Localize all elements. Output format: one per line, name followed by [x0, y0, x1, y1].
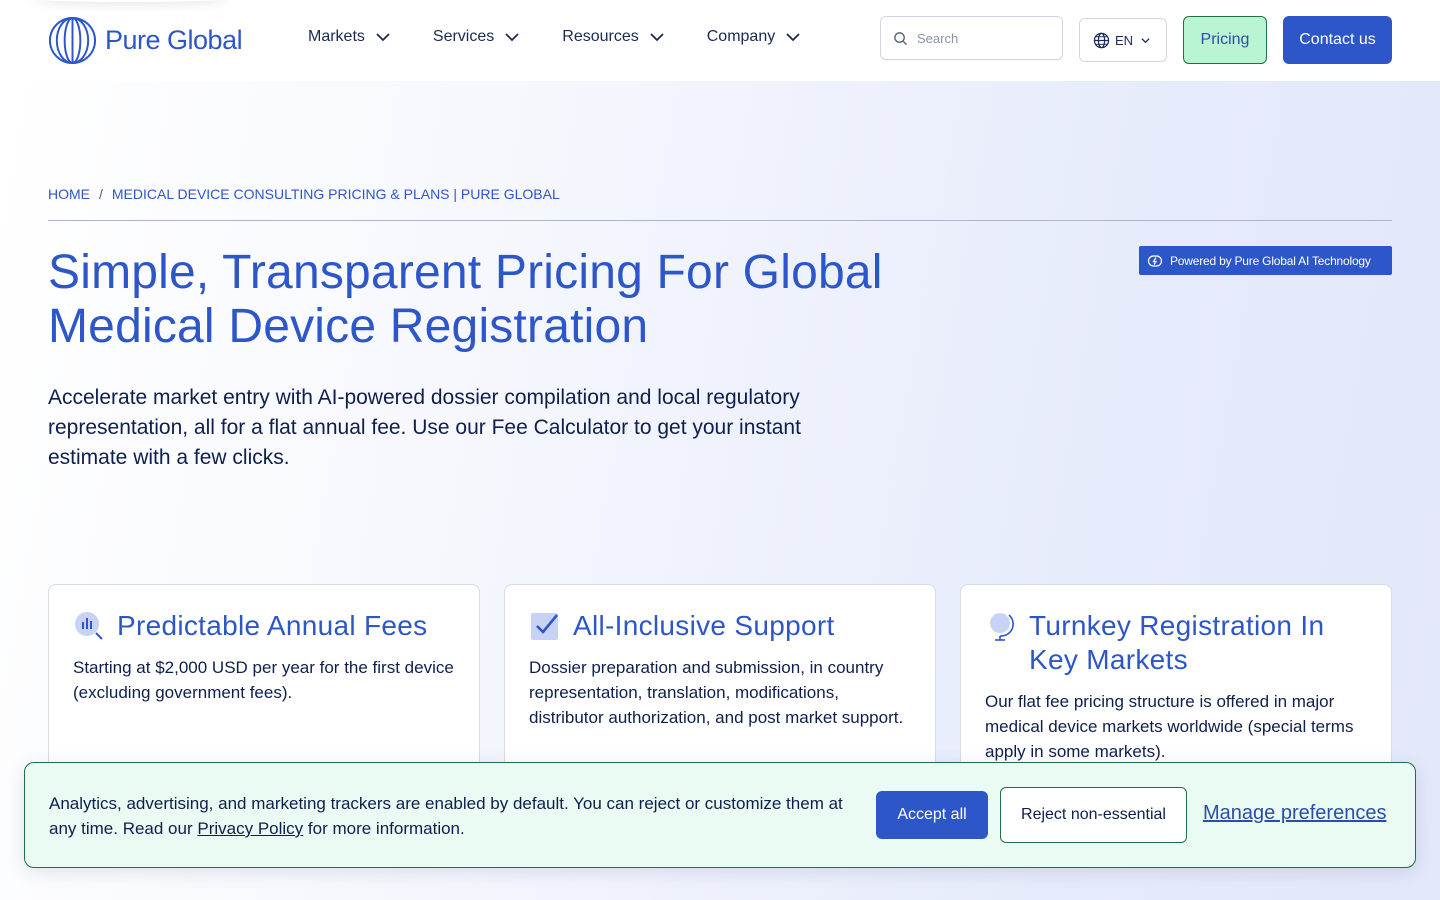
- breadcrumb-home[interactable]: HOME: [48, 186, 90, 202]
- card-text: Our flat fee pricing structure is offere…: [985, 692, 1354, 761]
- nav-label: Company: [706, 28, 776, 45]
- ai-badge-text: Powered by Pure Global AI Technology: [1170, 253, 1371, 268]
- ai-power-icon: [1147, 254, 1163, 267]
- ai-badge: Powered by Pure Global AI Technology: [1139, 246, 1392, 275]
- card-text: Starting at $2,000 USD per year for the …: [73, 658, 454, 702]
- cookie-banner: Analytics, advertising, and marketing tr…: [24, 762, 1416, 868]
- nav-label: Markets: [308, 28, 365, 45]
- breadcrumb-separator: /: [99, 186, 103, 202]
- site-header: Pure Global Markets Services Resources C…: [0, 0, 1440, 81]
- card-title: Predictable Annual Fees: [117, 610, 428, 641]
- accept-all-button[interactable]: Accept all: [876, 791, 988, 839]
- nav-company[interactable]: Company: [707, 28, 801, 46]
- logo[interactable]: Pure Global: [48, 15, 243, 65]
- search-input[interactable]: [917, 30, 1047, 46]
- globe-stand-icon: [990, 613, 1014, 641]
- nav-resources[interactable]: Resources: [562, 28, 664, 46]
- chevron-down-icon: [650, 33, 664, 42]
- cookie-message: Analytics, advertising, and marketing tr…: [49, 791, 849, 841]
- nav-services[interactable]: Services: [433, 28, 520, 46]
- chart-magnifier-icon: [75, 612, 103, 640]
- card-text: Dossier preparation and submission, in c…: [529, 658, 904, 727]
- language-selector[interactable]: EN: [1079, 18, 1167, 62]
- chevron-down-icon: [1141, 37, 1150, 43]
- contact-button[interactable]: Contact us: [1283, 16, 1392, 64]
- nav-label: Services: [432, 28, 495, 45]
- globe-logo-icon: [48, 16, 97, 64]
- privacy-policy-link[interactable]: Privacy Policy: [197, 819, 303, 838]
- language-code: EN: [1115, 32, 1134, 48]
- checkbox-icon: [531, 613, 559, 640]
- search-icon: [894, 31, 908, 45]
- page-title: Simple, Transparent Pricing For Global M…: [48, 246, 883, 353]
- search-box: [880, 16, 1063, 60]
- breadcrumb-current: MEDICAL DEVICE CONSULTING PRICING & PLAN…: [111, 186, 560, 202]
- manage-preferences-link[interactable]: Manage preferences: [1203, 802, 1386, 825]
- card-title: Turnkey Registration In Key Markets: [1029, 610, 1325, 675]
- hero-lead: Accelerate market entry with AI-powered …: [48, 386, 801, 469]
- chevron-down-icon: [505, 33, 519, 42]
- chevron-down-icon: [376, 33, 390, 42]
- reject-non-essential-button[interactable]: Reject non-essential: [1000, 787, 1187, 843]
- card-title: All-Inclusive Support: [573, 610, 835, 641]
- main-nav: Markets Services Resources Company: [308, 28, 843, 46]
- globe-icon: [1093, 32, 1110, 48]
- header-shadow: [30, 0, 230, 2]
- nav-markets[interactable]: Markets: [308, 28, 391, 46]
- pricing-button[interactable]: Pricing: [1183, 16, 1267, 64]
- breadcrumb: HOME / MEDICAL DEVICE CONSULTING PRICING…: [48, 186, 560, 202]
- divider: [48, 220, 1392, 221]
- nav-label: Resources: [562, 28, 639, 45]
- cookie-text-after: for more information.: [303, 819, 465, 838]
- chevron-down-icon: [786, 33, 800, 42]
- logo-text: Pure Global: [105, 24, 243, 55]
